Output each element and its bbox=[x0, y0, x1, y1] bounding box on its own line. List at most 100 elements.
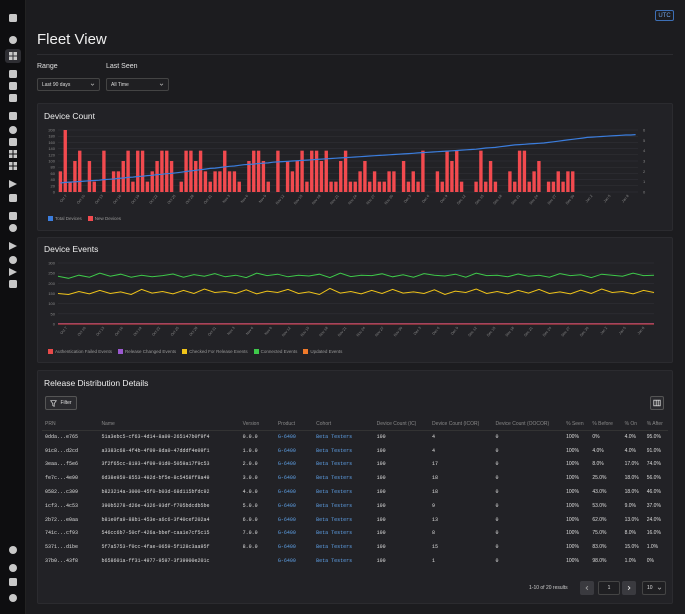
edit-icon[interactable] bbox=[7, 278, 19, 290]
prev-page-button[interactable] bbox=[580, 581, 594, 595]
device-events-chart: 0 50 100 150 200 250 300 Oct 7 Oct 10 Oct 13 Oct 1… bbox=[48, 261, 655, 337]
column-header[interactable]: Version bbox=[239, 418, 275, 431]
table-cell: 4 bbox=[432, 434, 436, 441]
table-cell[interactable]: Beta Testers bbox=[313, 554, 373, 568]
table-cell[interactable]: Beta Testers bbox=[313, 485, 373, 499]
filter-button[interactable]: Filter bbox=[45, 396, 77, 410]
table-cell[interactable]: Beta Testers bbox=[313, 444, 373, 458]
page-size-select[interactable]: 10 bbox=[642, 581, 666, 595]
column-header[interactable]: PRN bbox=[42, 418, 99, 431]
bar-new-devices bbox=[285, 161, 290, 192]
columns-button[interactable] bbox=[650, 396, 664, 410]
users-icon[interactable] bbox=[7, 254, 19, 266]
timezone-badge[interactable]: UTC bbox=[655, 10, 674, 21]
table-cell[interactable]: Beta Testers bbox=[313, 430, 373, 444]
search-icon[interactable] bbox=[7, 34, 19, 46]
range-select[interactable]: Last 90 days bbox=[37, 78, 100, 91]
bar-new-devices bbox=[208, 181, 212, 192]
table-cell[interactable]: G-6400 bbox=[275, 499, 313, 513]
table-cell[interactable]: G-6400 bbox=[275, 458, 313, 472]
document-icon[interactable] bbox=[7, 210, 19, 222]
column-header[interactable]: Product bbox=[274, 418, 314, 431]
truck-icon[interactable] bbox=[7, 192, 19, 204]
table-row[interactable]: 5371...d1be 5f7a5753-f0cc-4fae-0659-5f128… bbox=[42, 540, 668, 554]
legend-item-updated[interactable]: Updated Events bbox=[303, 349, 342, 355]
send-icon[interactable] bbox=[7, 240, 19, 252]
cluster-icon[interactable] bbox=[7, 160, 19, 172]
table-cell[interactable]: G-6400 bbox=[275, 471, 313, 485]
shield-icon[interactable] bbox=[7, 544, 19, 556]
table-cell[interactable]: Beta Testers bbox=[313, 499, 373, 513]
wrench-icon[interactable] bbox=[7, 266, 19, 278]
table-row[interactable]: 1cf3...4c53 390b5278-d26e-4326-93df-f705b… bbox=[42, 499, 668, 513]
column-header[interactable]: % Seen bbox=[563, 418, 590, 431]
bar-new-devices bbox=[339, 161, 343, 192]
column-header[interactable]: Device Count (OOCOR) bbox=[492, 418, 564, 431]
x-tick-label: Oct 13 bbox=[94, 194, 104, 205]
device-events-panel: Device Events 0 50 100 150 200 250 300 Oct 7 Oct… bbox=[37, 237, 673, 363]
table-row[interactable]: 0582...c309 b823214a-3000-45f0-b03d-68d11… bbox=[42, 485, 668, 499]
bar-new-devices bbox=[121, 161, 125, 192]
table-cell: 98.0% bbox=[592, 558, 607, 565]
gear-icon[interactable] bbox=[7, 124, 19, 136]
bar-new-devices bbox=[527, 181, 531, 192]
table-cell[interactable]: G-6400 bbox=[275, 485, 313, 499]
table-cell[interactable]: Beta Testers bbox=[313, 527, 373, 541]
grid-icon[interactable] bbox=[7, 148, 19, 160]
table-cell[interactable]: G-6400 bbox=[275, 527, 313, 541]
column-header[interactable]: % After bbox=[643, 418, 668, 431]
briefcase-icon[interactable] bbox=[7, 136, 19, 148]
page-number-input[interactable]: 1 bbox=[598, 581, 620, 595]
table-row[interactable]: 0dda...e765 51a3ebc5-cf63-4d14-8a09-26514… bbox=[42, 430, 668, 444]
release-table: PRN Name Version Product Cohort Device Count … bbox=[42, 418, 668, 568]
table-row[interactable]: 741c...cf93 546cc6b7-50cf-426a-bbef-caa1e… bbox=[42, 527, 668, 541]
column-header[interactable]: Device Count (ICOR) bbox=[429, 418, 493, 431]
column-header[interactable]: Cohort bbox=[313, 418, 374, 431]
table-cell[interactable]: G-6400 bbox=[275, 430, 313, 444]
legend-item-new-devices[interactable]: New Devices bbox=[87, 216, 121, 222]
table-cell[interactable]: G-6400 bbox=[275, 444, 313, 458]
table-cell: 25.0% bbox=[592, 475, 607, 482]
legend-item-authentication-failed[interactable]: Authentication Failed Events bbox=[48, 349, 112, 355]
stack-icon[interactable] bbox=[7, 92, 19, 104]
table-cell: 4.0.0 bbox=[242, 489, 258, 496]
table-cell: 100 bbox=[376, 502, 386, 509]
last-seen-select[interactable]: All Time bbox=[106, 78, 169, 91]
table-cell[interactable]: G-6400 bbox=[275, 540, 313, 554]
table-cell[interactable]: G-6400 bbox=[275, 554, 313, 568]
layers-bottom-icon[interactable] bbox=[7, 576, 19, 588]
inbox-icon[interactable] bbox=[7, 68, 19, 80]
table-row[interactable]: 3eaa...f5e6 3f2f65cc-8193-4f09-91d0-5059a… bbox=[42, 458, 668, 472]
table-row[interactable]: fe7c...4e90 6d38e959-8553-492d-bf5e-8c545… bbox=[42, 471, 668, 485]
table-cell: 17 bbox=[432, 461, 439, 468]
location-icon[interactable] bbox=[7, 222, 19, 234]
table-cell: 43.0% bbox=[592, 489, 607, 496]
table-cell[interactable]: Beta Testers bbox=[313, 458, 373, 472]
legend-item-total-devices[interactable]: Total Devices bbox=[48, 216, 82, 222]
legend-item-release-changed[interactable]: Release Changed Events bbox=[118, 349, 176, 355]
x-tick-label: Dec 3 bbox=[403, 194, 412, 204]
table-row[interactable]: 37b0...43f8 b658601a-ff31-4977-9597-3f399… bbox=[42, 554, 668, 568]
table-cell[interactable]: Beta Testers bbox=[313, 471, 373, 485]
column-header[interactable]: % On bbox=[621, 418, 644, 431]
circle-icon[interactable] bbox=[7, 592, 19, 604]
page-title: Fleet View bbox=[37, 31, 107, 48]
table-cell[interactable]: G-6400 bbox=[275, 513, 313, 527]
column-header[interactable]: % Before bbox=[589, 418, 622, 431]
bar-new-devices bbox=[295, 161, 299, 192]
user-icon[interactable] bbox=[7, 562, 19, 574]
table-cell[interactable]: Beta Testers bbox=[313, 540, 373, 554]
home-icon[interactable] bbox=[7, 12, 19, 24]
legend-item-checked-for-release[interactable]: Checked For Release Events bbox=[182, 349, 248, 355]
table-row[interactable]: 2b72...e0aa b81e0fa9-88b1-453e-a6c6-3f40c… bbox=[42, 513, 668, 527]
next-page-button[interactable] bbox=[622, 581, 636, 595]
legend-item-connected[interactable]: Connected Events bbox=[253, 349, 297, 355]
table-row[interactable]: 91c8...d2cd a3383c68-4f4b-4f09-8da0-47ddd… bbox=[42, 444, 668, 458]
column-header[interactable]: Name bbox=[98, 418, 240, 431]
column-header[interactable]: Device Count (IC) bbox=[373, 418, 430, 431]
layers-icon[interactable] bbox=[7, 110, 19, 122]
table-cell[interactable]: Beta Testers bbox=[313, 513, 373, 527]
box-icon[interactable] bbox=[7, 80, 19, 92]
analytics-icon[interactable] bbox=[5, 49, 21, 63]
rocket-icon[interactable] bbox=[7, 178, 19, 190]
